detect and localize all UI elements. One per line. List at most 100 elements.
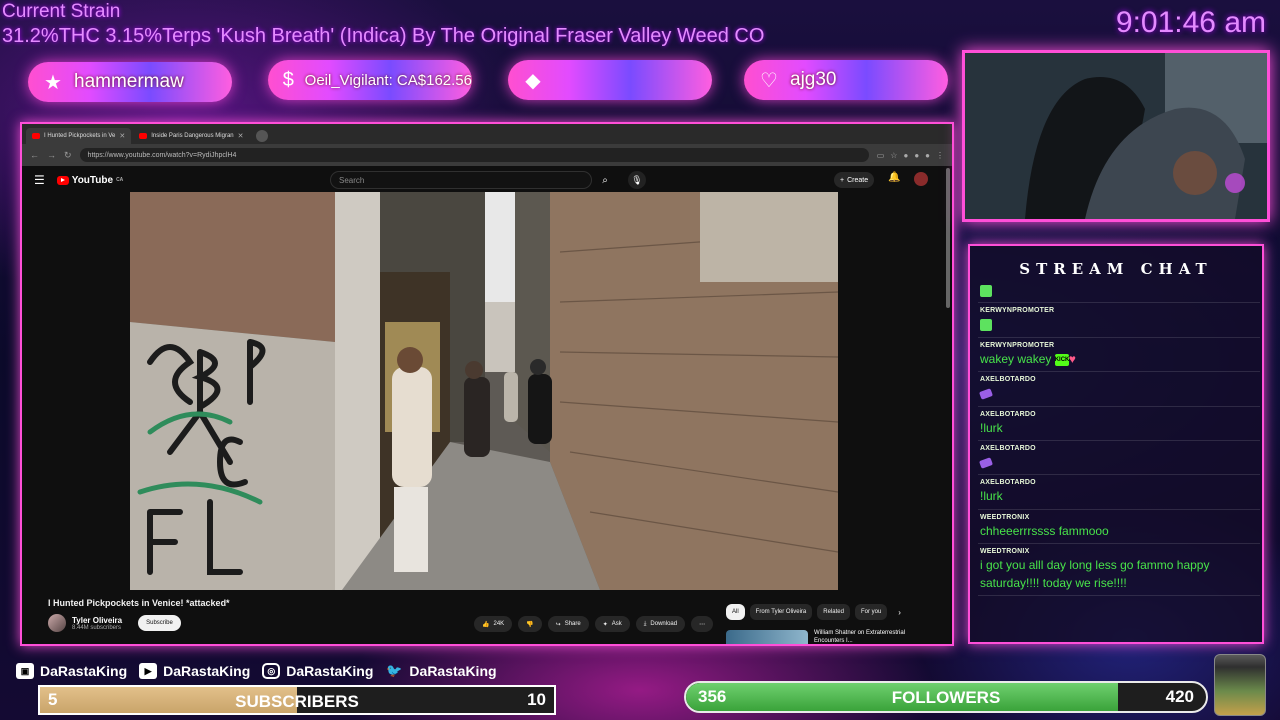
create-button[interactable]: + Create: [834, 172, 875, 188]
close-icon[interactable]: ✕: [119, 132, 125, 140]
profile-icon[interactable]: ●: [925, 151, 930, 160]
tab-label: I Hunted Pickpockets in Ve: [44, 133, 116, 139]
thumbs-up-icon: 👍: [482, 621, 490, 628]
chip-from-channel[interactable]: From Tyler Oliveira: [749, 604, 813, 620]
chip-all[interactable]: All: [726, 604, 745, 620]
reload-icon[interactable]: ↻: [64, 150, 72, 161]
back-icon[interactable]: ←: [30, 150, 39, 160]
subscribe-button[interactable]: Subscribe: [138, 615, 181, 631]
logo-region: CA: [116, 177, 124, 183]
recommended-title[interactable]: William Shatner on Extraterrestrial Enco…: [814, 630, 906, 644]
share-button[interactable]: ↪ Share: [547, 616, 589, 632]
kick-emote-icon: KICK: [1054, 353, 1069, 366]
video-player[interactable]: [130, 192, 838, 590]
dislike-button[interactable]: 👎: [518, 616, 542, 632]
video-actions: 👍 24K 👎 ↪ Share ✦ Ask ⤓ Download ⋯: [474, 616, 714, 632]
chevron-right-icon[interactable]: ›: [892, 604, 901, 620]
emote-icon: [980, 284, 992, 297]
chat-text: !lurk: [980, 420, 1003, 435]
chip-related[interactable]: Related: [817, 604, 850, 620]
thumbs-down-icon: 👎: [526, 621, 534, 628]
close-icon[interactable]: ✕: [238, 132, 244, 140]
chat-messages: KERWYNPROMOTER KERWYNPROMOTER wakey wake…: [978, 282, 1260, 596]
more-dots-icon: ⋯: [699, 621, 706, 628]
chat-message: KERWYNPROMOTER wakey wakey KICK♥: [978, 338, 1260, 373]
channel-avatar[interactable]: [48, 614, 66, 632]
diamond-icon: ◆: [525, 69, 541, 92]
chat-username[interactable]: WEEDTRONIX: [980, 514, 1258, 521]
avatar[interactable]: [914, 172, 928, 186]
chat-message: AXELBOTARDO: [978, 372, 1260, 407]
create-label: Create: [847, 176, 869, 184]
star-icon: ★: [44, 71, 62, 94]
ask-button[interactable]: ✦ Ask: [594, 616, 630, 632]
chat-username[interactable]: KERWYNPROMOTER: [980, 307, 1258, 314]
webcam-image: [965, 53, 1267, 219]
alert-text: hammermaw: [74, 71, 184, 92]
tab-label: Inside Paris Dangerous Migran: [151, 133, 234, 139]
channel-name[interactable]: Tyler Oliveira: [72, 616, 122, 625]
chat-text: i got you alll day long less go fammo ha…: [980, 558, 1210, 590]
dollar-icon: $: [282, 68, 294, 91]
search-icon[interactable]: ⌕: [594, 171, 616, 189]
related-chips: All From Tyler Oliveira Related For you …: [726, 604, 901, 620]
video-frame-image: [130, 192, 838, 590]
youtube-handle: DaRastaKing: [163, 663, 251, 679]
more-actions-button[interactable]: ⋯: [691, 616, 714, 632]
like-count: 24K: [493, 621, 505, 627]
new-tab-button[interactable]: [255, 130, 268, 142]
social-links: ▣ DaRastaKing ▶ DaRastaKing ◎ DaRastaKin…: [16, 663, 499, 679]
alert-text: ajg30: [790, 69, 837, 90]
alert-subscriber: ♡ ajg30: [744, 60, 948, 100]
extension-icon[interactable]: ●: [903, 151, 908, 160]
extensions-row: ▭ ☆ ● ● ● ⋮: [877, 151, 944, 160]
emote-icon: [980, 319, 992, 332]
chat-username[interactable]: KERWYNPROMOTER: [980, 342, 1258, 349]
menu-icon[interactable]: ☰: [34, 173, 45, 187]
recommended-video[interactable]: William Shatner on Extraterrestrial Enco…: [726, 630, 906, 644]
youtube-play-icon: [56, 175, 69, 185]
chat-username[interactable]: AXELBOTARDO: [980, 445, 1258, 452]
bookmark-star-icon[interactable]: ☆: [890, 151, 897, 160]
recommended-thumbnail[interactable]: [726, 630, 808, 644]
youtube-header: ☰ YouTube CA Search ⌕ 🎙 + Create 🔔: [22, 166, 952, 194]
follower-label: FOLLOWERS: [891, 688, 1001, 707]
url-field[interactable]: https://www.youtube.com/watch?v=RydiJhpc…: [79, 148, 869, 162]
chat-username[interactable]: AXELBOTARDO: [980, 376, 1258, 383]
strain-description: 31.2%THC 3.15%Terps 'Kush Breath' (Indic…: [2, 25, 765, 47]
twitch-handle: DaRastaKing: [40, 663, 128, 679]
search-input[interactable]: Search: [330, 171, 592, 189]
subscriber-goal-bar: 5 10 SUBSCRIBERS: [38, 685, 556, 715]
video-title: I Hunted Pickpockets in Venice! *attacke…: [48, 598, 230, 608]
menu-dots-icon[interactable]: ⋮: [936, 151, 944, 160]
chat-message: [978, 282, 1260, 304]
share-icon: ↪: [555, 621, 561, 628]
instagram-handle: DaRastaKing: [286, 663, 374, 679]
forward-icon[interactable]: →: [47, 150, 56, 160]
twitch-icon: ▣: [16, 663, 34, 679]
youtube-logo[interactable]: YouTube CA: [56, 175, 124, 186]
chip-for-you[interactable]: For you: [854, 604, 888, 620]
extension-icon[interactable]: ●: [914, 151, 919, 160]
stream-chat: STREAM CHAT KERWYNPROMOTER KERWYNPROMOTE…: [968, 244, 1264, 644]
download-button[interactable]: ⤓ Download: [635, 616, 686, 632]
like-button[interactable]: 👍 24K: [474, 616, 513, 632]
tab-other[interactable]: Inside Paris Dangerous Migran ✕: [133, 128, 249, 144]
microphone-icon[interactable]: 🎙: [628, 171, 646, 189]
follower-goal-bar: 356 420 FOLLOWERS: [684, 681, 1208, 713]
notifications-bell-icon[interactable]: 🔔: [888, 172, 900, 183]
channel-row: Tyler Oliveira 8.44M subscribers Subscri…: [48, 614, 181, 632]
chat-username[interactable]: AXELBOTARDO: [980, 411, 1258, 418]
channel-subscribers: 8.44M subscribers: [72, 624, 122, 631]
alert-donation: $ Oeil_Vigilant: CA$162.56: [268, 60, 472, 100]
instagram-icon: ◎: [262, 663, 281, 679]
chat-username[interactable]: AXELBOTARDO: [980, 479, 1258, 486]
cast-icon[interactable]: ▭: [877, 151, 885, 160]
page-scrollbar[interactable]: [946, 168, 950, 308]
chat-message: AXELBOTARDO !lurk: [978, 407, 1260, 441]
address-bar: ← → ↻ https://www.youtube.com/watch?v=Ry…: [22, 144, 952, 166]
download-icon: ⤓: [643, 620, 647, 627]
tab-video[interactable]: I Hunted Pickpockets in Ve ✕: [26, 128, 132, 144]
chat-username[interactable]: WEEDTRONIX: [980, 548, 1258, 555]
chat-message: AXELBOTARDO: [978, 441, 1260, 476]
